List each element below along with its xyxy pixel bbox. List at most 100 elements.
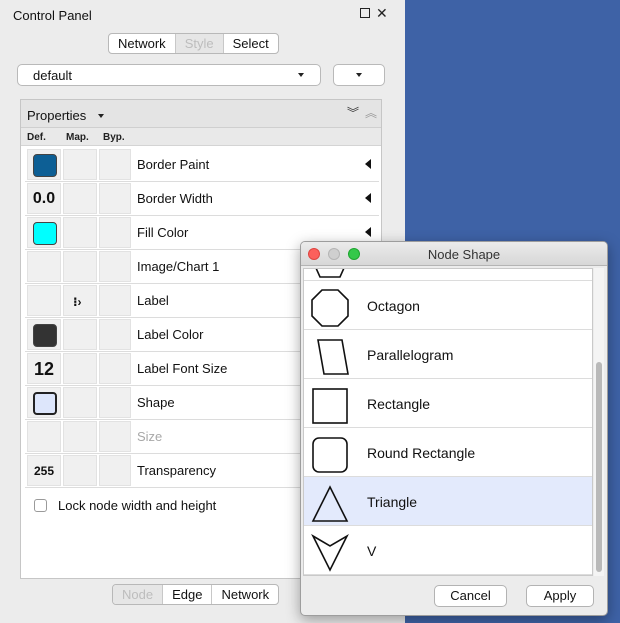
mapping-cell[interactable] (63, 251, 97, 282)
list-item[interactable]: Parallelogram (304, 330, 592, 379)
default-value: 0.0 (32, 190, 56, 207)
mapping-cell[interactable] (63, 421, 97, 452)
default-cell[interactable] (27, 285, 61, 316)
column-headers: Def. Map. Byp. (21, 128, 381, 146)
list-item[interactable]: V (304, 526, 592, 575)
list-item-selected[interactable]: Triangle (304, 477, 592, 526)
mapping-cell[interactable] (63, 387, 97, 418)
shape-label: Parallelogram (367, 347, 454, 363)
style-dropdown-value: default (33, 68, 73, 83)
mapping-cell[interactable] (63, 149, 97, 180)
shape-preview-icon (33, 392, 57, 415)
collapse-all-icon[interactable]: ︽ (365, 106, 377, 120)
default-cell[interactable] (27, 387, 61, 418)
default-cell[interactable] (27, 251, 61, 282)
property-label: Image/Chart 1 (137, 259, 220, 274)
default-cell[interactable] (27, 319, 61, 350)
node-shape-dialog: Node Shape Octagon Parallelogram Rectang… (300, 241, 608, 616)
bypass-cell[interactable] (99, 217, 131, 248)
cancel-button[interactable]: Cancel (434, 585, 507, 607)
lock-node-size-option[interactable]: Lock node width and height (34, 498, 216, 513)
bypass-cell[interactable] (99, 455, 131, 486)
bypass-cell[interactable] (99, 251, 131, 282)
property-row-border-width[interactable]: 0.0 Border Width (25, 182, 379, 216)
chevron-down-icon (298, 73, 304, 77)
shape-label: Round Rectangle (367, 445, 476, 461)
property-label: Size (137, 429, 163, 444)
expand-arrow-icon[interactable] (365, 193, 371, 203)
v-icon (311, 533, 349, 572)
bypass-cell[interactable] (99, 285, 131, 316)
bottom-tab-bar: Node Edge Network (112, 584, 280, 605)
dialog-titlebar: Node Shape (301, 242, 607, 266)
passthrough-mapping-icon: ⁝› (73, 295, 82, 309)
expand-arrow-icon[interactable] (365, 159, 371, 169)
panel-title: Control Panel (13, 8, 92, 23)
round-rectangle-icon (312, 437, 348, 473)
properties-menu-caret-icon[interactable] (98, 114, 104, 118)
default-cell[interactable] (27, 149, 61, 180)
bypass-cell[interactable] (99, 387, 131, 418)
bypass-cell[interactable] (99, 353, 131, 384)
property-label: Shape (137, 395, 175, 410)
color-swatch (33, 222, 57, 245)
list-item[interactable]: Rectangle (304, 379, 592, 428)
lock-checkbox[interactable] (34, 499, 47, 512)
properties-title[interactable]: Properties (27, 108, 86, 123)
parallelogram-icon (317, 339, 349, 375)
tab-node[interactable]: Node (113, 585, 163, 604)
default-cell[interactable] (27, 217, 61, 248)
list-item[interactable]: Octagon (304, 281, 592, 330)
tab-bottom-network[interactable]: Network (211, 585, 278, 604)
bypass-cell[interactable] (99, 319, 131, 350)
float-window-icon[interactable] (360, 8, 370, 18)
default-value: 255 (33, 464, 55, 478)
default-cell[interactable]: 0.0 (27, 183, 61, 214)
style-options-menu-button[interactable] (333, 64, 385, 86)
panel-window-buttons: ✕ (360, 6, 388, 20)
close-icon[interactable]: ✕ (376, 6, 388, 20)
color-swatch (33, 154, 57, 177)
shape-label: Rectangle (367, 396, 431, 412)
property-label: Fill Color (137, 225, 189, 240)
shape-list[interactable]: Octagon Parallelogram Rectangle Round Re… (303, 268, 593, 576)
tab-network[interactable]: Network (109, 34, 175, 53)
tab-style[interactable]: Style (174, 34, 223, 53)
dialog-title: Node Shape (427, 247, 501, 262)
property-label: Border Width (137, 191, 213, 206)
default-cell[interactable]: 12 (27, 353, 61, 384)
mapping-cell[interactable] (63, 353, 97, 384)
top-tab-bar: Network Style Select (108, 33, 279, 54)
bypass-cell[interactable] (99, 149, 131, 180)
default-cell[interactable]: 255 (27, 455, 61, 486)
property-row-border-paint[interactable]: Border Paint (25, 148, 379, 182)
apply-button[interactable]: Apply (526, 585, 594, 607)
tab-select[interactable]: Select (222, 34, 278, 53)
property-label: Transparency (137, 463, 216, 478)
mapping-cell[interactable] (63, 183, 97, 214)
chevron-down-icon (356, 73, 362, 77)
expand-all-icon[interactable]: ︾ (347, 106, 359, 120)
mapping-cell[interactable] (63, 319, 97, 350)
bypass-cell[interactable] (99, 421, 131, 452)
column-byp: Byp. (103, 132, 125, 143)
list-item[interactable] (304, 269, 592, 281)
default-cell[interactable] (27, 421, 61, 452)
style-dropdown[interactable]: default (17, 64, 321, 86)
mapping-cell[interactable] (63, 455, 97, 486)
list-item[interactable]: Round Rectangle (304, 428, 592, 477)
default-value: 12 (33, 359, 55, 379)
property-label: Label Font Size (137, 361, 228, 376)
scrollbar-thumb[interactable] (596, 362, 602, 572)
expand-arrow-icon[interactable] (365, 227, 371, 237)
octagon-icon (311, 289, 349, 327)
properties-header: Properties ︾ ︽ (21, 100, 381, 128)
bypass-cell[interactable] (99, 183, 131, 214)
property-label: Label Color (137, 327, 204, 342)
mapping-cell[interactable]: ⁝› (63, 285, 97, 316)
color-swatch (33, 324, 57, 347)
tab-edge[interactable]: Edge (162, 585, 211, 604)
mapping-cell[interactable] (63, 217, 97, 248)
column-def: Def. (27, 132, 46, 143)
shape-list-scrollbar[interactable] (594, 268, 604, 576)
